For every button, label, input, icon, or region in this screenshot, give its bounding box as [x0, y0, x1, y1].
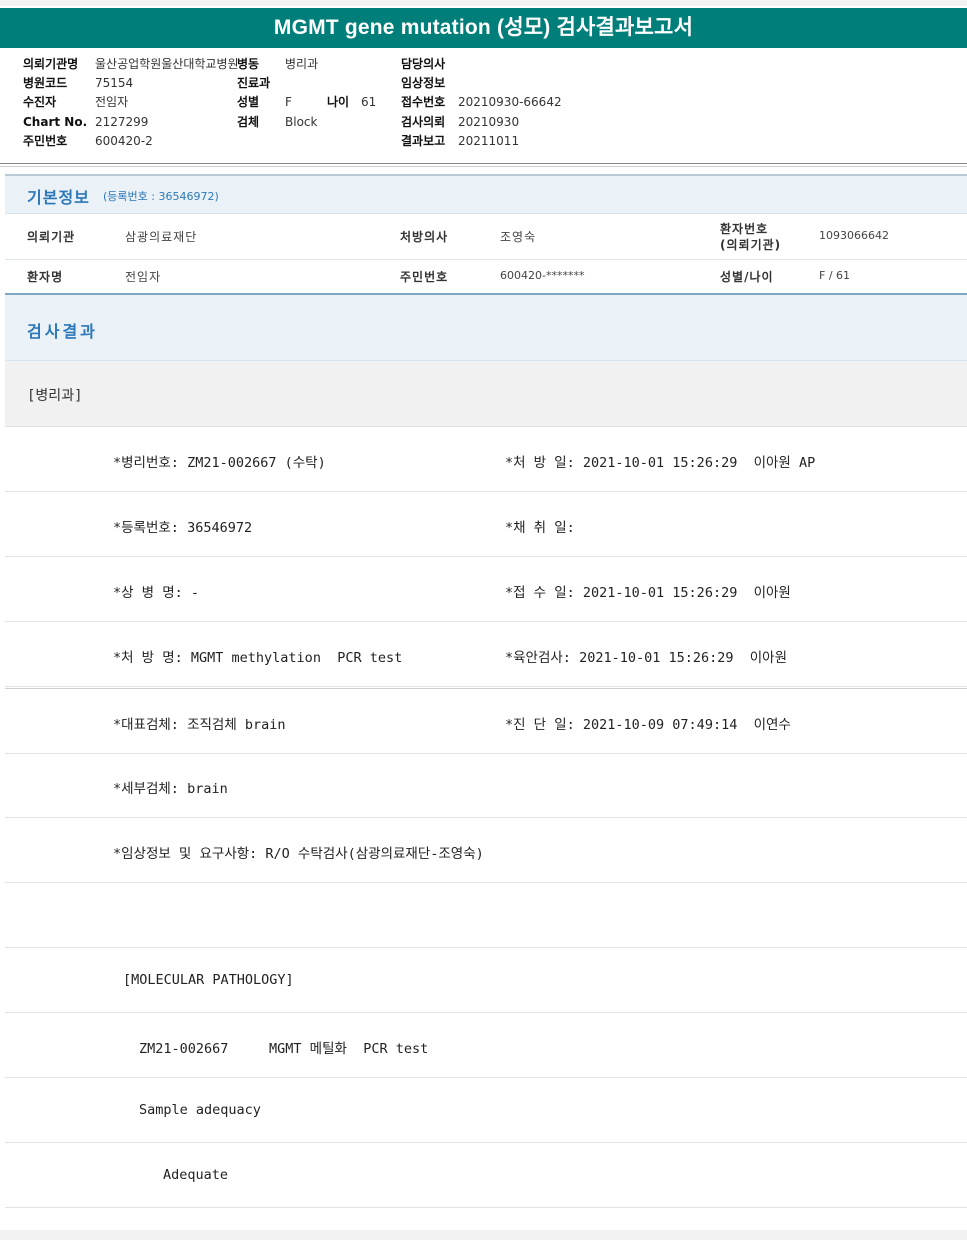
result-row: *임상정보 및 요구사항: R/O 수탁검사(삼광의료재단-조영숙) — [5, 818, 967, 883]
header-row-4: Chart No. 2127299 검체 Block 검사의뢰 20210930 — [23, 115, 963, 131]
result-row: ZM21-002667 MGMT 메틸화 PCR test — [5, 1013, 967, 1078]
result-row: *상 병 명: - *접 수 일: 2021-10-01 15:26:29 이아… — [5, 557, 967, 622]
rrn-masked-label: 주민번호 — [400, 270, 449, 284]
registration-number: (등록번호 : 36546972) — [103, 190, 219, 203]
rrn-masked-value: 600420-******* — [500, 269, 585, 282]
pathology-number: *병리번호: ZM21-002667 (수탁) — [113, 455, 326, 471]
molecular-heading: [MOLECULAR PATHOLOGY] — [123, 972, 294, 988]
result-row: *등록번호: 36546972 *채 취 일: — [5, 492, 967, 557]
result-row: *병리번호: ZM21-002667 (수탁) *처 방 일: 2021-10-… — [5, 427, 967, 492]
header-row-1: 의뢰기관명 울산공업학원울산대학교병원 병동 병리과 담당의사 — [23, 57, 963, 73]
patient-label: 수진자 — [23, 95, 57, 109]
report-date-value: 20211011 — [458, 134, 520, 148]
inst-label: 의뢰기관명 — [23, 57, 79, 71]
req-label: 검사의뢰 — [401, 115, 446, 129]
header-divider — [0, 163, 967, 164]
sample-adequacy-label: Sample adequacy — [139, 1102, 261, 1118]
prescriber-label: 처방의사 — [400, 230, 449, 244]
age-label: 나이 — [327, 95, 350, 109]
chart-value: 2127299 — [95, 115, 149, 129]
patient-no-value: 1093066642 — [819, 229, 889, 242]
sex-age-label: 성별/나이 — [720, 270, 774, 284]
report-title: MGMT gene mutation (성모) 검사결과보고서 — [0, 8, 967, 48]
order-name: *처 방 명: MGMT methylation PCR test — [113, 650, 403, 666]
sex-label: 성별 — [237, 95, 260, 109]
age-value: 61 — [361, 95, 377, 109]
ward-label: 병동 — [237, 57, 260, 71]
prescriber-value: 조영숙 — [500, 230, 537, 244]
bottom-strip — [0, 1230, 967, 1240]
result-row: Sample adequacy — [5, 1078, 967, 1143]
patient-no-sublabel: (의뢰기관) — [720, 238, 782, 252]
code-label: 병원코드 — [23, 76, 68, 90]
molecular-test-line: ZM21-002667 MGMT 메틸화 PCR test — [139, 1041, 429, 1057]
doctor-label: 담당의사 — [401, 57, 446, 71]
receipt-date: *접 수 일: 2021-10-01 15:26:29 이아원 — [505, 585, 791, 601]
result-row: *세부검체: brain — [5, 753, 967, 818]
patient-name-value: 전임자 — [125, 270, 162, 284]
code-value: 75154 — [95, 76, 134, 90]
diagnosis-date: *진 단 일: 2021-10-09 07:49:14 이연수 — [505, 717, 791, 733]
gross-exam-date: *육안검사: 2021-10-01 15:26:29 이아원 — [505, 650, 788, 666]
ward-value: 병리과 — [285, 57, 319, 71]
header-row-2: 병원코드 75154 진료과 임상정보 — [23, 76, 963, 92]
req-value: 20210930 — [458, 115, 520, 129]
patient-no-label: 환자번호 — [720, 222, 769, 236]
recv-label: 접수번호 — [401, 95, 446, 109]
basic-info-header: 기본정보 (등록번호 : 36546972) — [5, 174, 967, 214]
rrn-label: 주민번호 — [23, 134, 68, 148]
requesting-inst-value: 삼광의료재단 — [125, 230, 198, 244]
dept-label: 진료과 — [237, 76, 271, 90]
basic-info-row: 환자명 전임자 주민번호 600420-******* 성별/나이 F / 61 — [5, 260, 967, 294]
clinical-label: 임상정보 — [401, 76, 446, 90]
collection-date: *채 취 일: — [505, 520, 575, 536]
patient-value: 전임자 — [95, 95, 129, 109]
sex-age-value: F / 61 — [819, 269, 851, 282]
sample-adequacy-value: Adequate — [163, 1167, 229, 1183]
sex-value: F — [285, 95, 292, 109]
clinical-request: *임상정보 및 요구사항: R/O 수탁검사(삼광의료재단-조영숙) — [113, 846, 484, 862]
detail-specimen: *세부검체: brain — [113, 781, 228, 797]
header-divider-light — [0, 166, 967, 167]
result-header: 검사결과 — [5, 295, 967, 361]
specimen-label: 검체 — [237, 115, 260, 129]
result-title: 검사결과 — [27, 322, 98, 341]
result-row: [MOLECULAR PATHOLOGY] — [5, 948, 967, 1013]
department-name: [병리과] — [27, 388, 83, 404]
order-date: *처 방 일: 2021-10-01 15:26:29 이아원 AP — [505, 455, 816, 471]
result-row: *처 방 명: MGMT methylation PCR test *육안검사:… — [5, 622, 967, 687]
basic-info-title: 기본정보 — [27, 188, 90, 207]
rrn-value: 600420-2 — [95, 134, 153, 148]
requesting-inst-label: 의뢰기관 — [27, 230, 76, 244]
result-row: *대표검체: 조직검체 brain *진 단 일: 2021-10-09 07:… — [5, 688, 967, 754]
registration-no: *등록번호: 36546972 — [113, 520, 253, 536]
main-specimen: *대표검체: 조직검체 brain — [113, 717, 286, 733]
report-date-label: 결과보고 — [401, 134, 446, 148]
patient-name-label: 환자명 — [27, 270, 64, 284]
recv-value: 20210930-66642 — [458, 95, 562, 109]
department-header: [병리과] — [5, 361, 967, 427]
header-row-5: 주민번호 600420-2 결과보고 20211011 — [23, 134, 963, 150]
diagnosis-name: *상 병 명: - — [113, 585, 200, 601]
result-row: Adequate — [5, 1143, 967, 1208]
header-row-3: 수진자 전임자 성별 F 나이 61 접수번호 20210930-66642 — [23, 95, 963, 111]
top-strip — [0, 0, 967, 6]
specimen-value: Block — [285, 115, 318, 129]
blank-row — [5, 883, 967, 948]
basic-info-row: 의뢰기관 삼광의료재단 처방의사 조영숙 환자번호 (의뢰기관) 1093066… — [5, 212, 967, 260]
chart-label: Chart No. — [23, 115, 88, 129]
inst-value: 울산공업학원울산대학교병원 — [95, 57, 239, 71]
